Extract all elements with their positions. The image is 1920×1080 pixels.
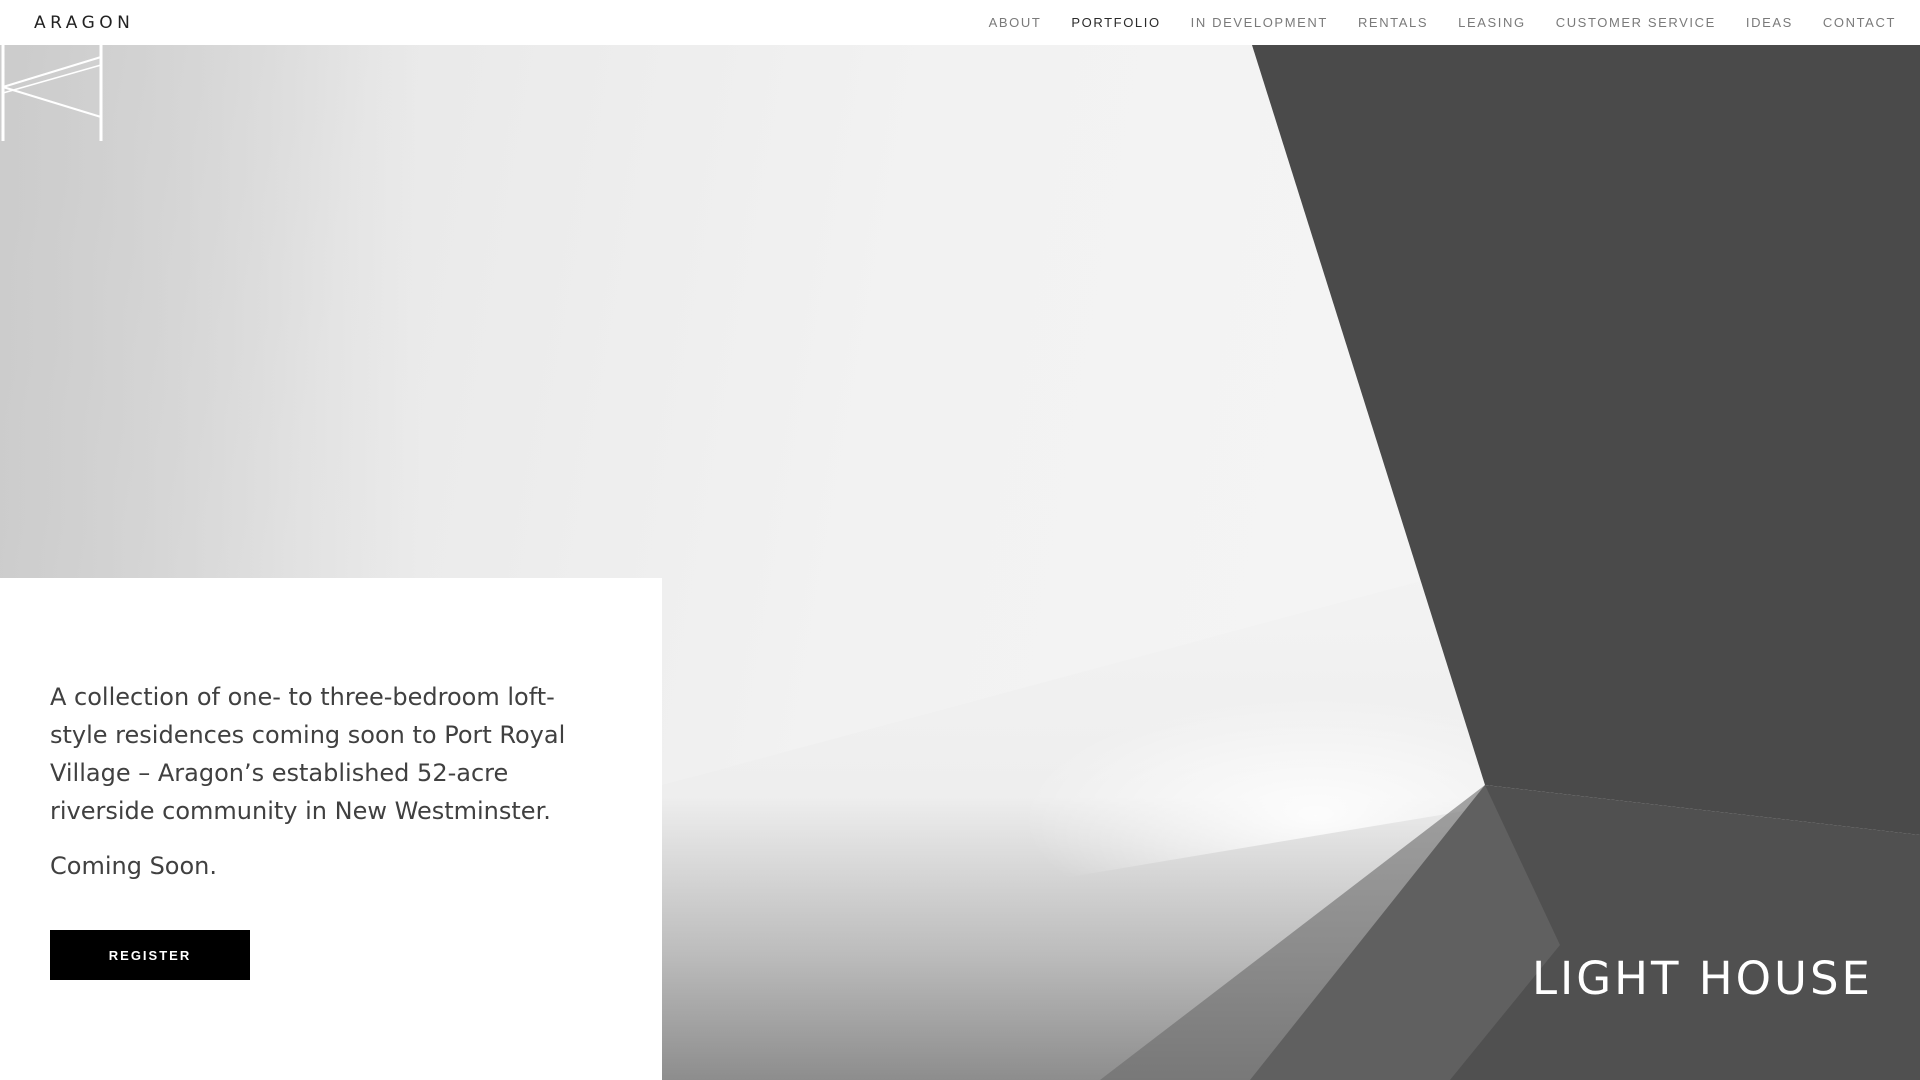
project-info-card: A collection of one- to three-bedroom lo… xyxy=(0,578,662,1080)
register-button[interactable]: REGISTER xyxy=(50,930,250,980)
nav-item-about[interactable]: ABOUT xyxy=(989,15,1042,31)
project-description: A collection of one- to three-bedroom lo… xyxy=(50,683,566,825)
nav-item-ideas[interactable]: IDEAS xyxy=(1746,15,1793,31)
nav-item-leasing[interactable]: LEASING xyxy=(1458,15,1526,31)
lighthouse-monogram-icon xyxy=(1,45,103,141)
aragon-logo[interactable]: ARAGON xyxy=(34,13,134,33)
main-nav: ABOUT PORTFOLIO IN DEVELOPMENT RENTALS L… xyxy=(959,15,1896,31)
nav-item-portfolio[interactable]: PORTFOLIO xyxy=(1071,15,1160,31)
nav-item-in-development[interactable]: IN DEVELOPMENT xyxy=(1191,15,1328,31)
project-status: Coming Soon. xyxy=(50,852,218,880)
top-navigation-bar: ARAGON ABOUT PORTFOLIO IN DEVELOPMENT RE… xyxy=(0,0,1920,45)
nav-item-customer-service[interactable]: CUSTOMER SERVICE xyxy=(1556,15,1716,31)
project-title: LIGHT HOUSE xyxy=(1531,951,1873,1005)
nav-item-rentals[interactable]: RENTALS xyxy=(1358,15,1428,31)
nav-item-contact[interactable]: CONTACT xyxy=(1823,15,1896,31)
